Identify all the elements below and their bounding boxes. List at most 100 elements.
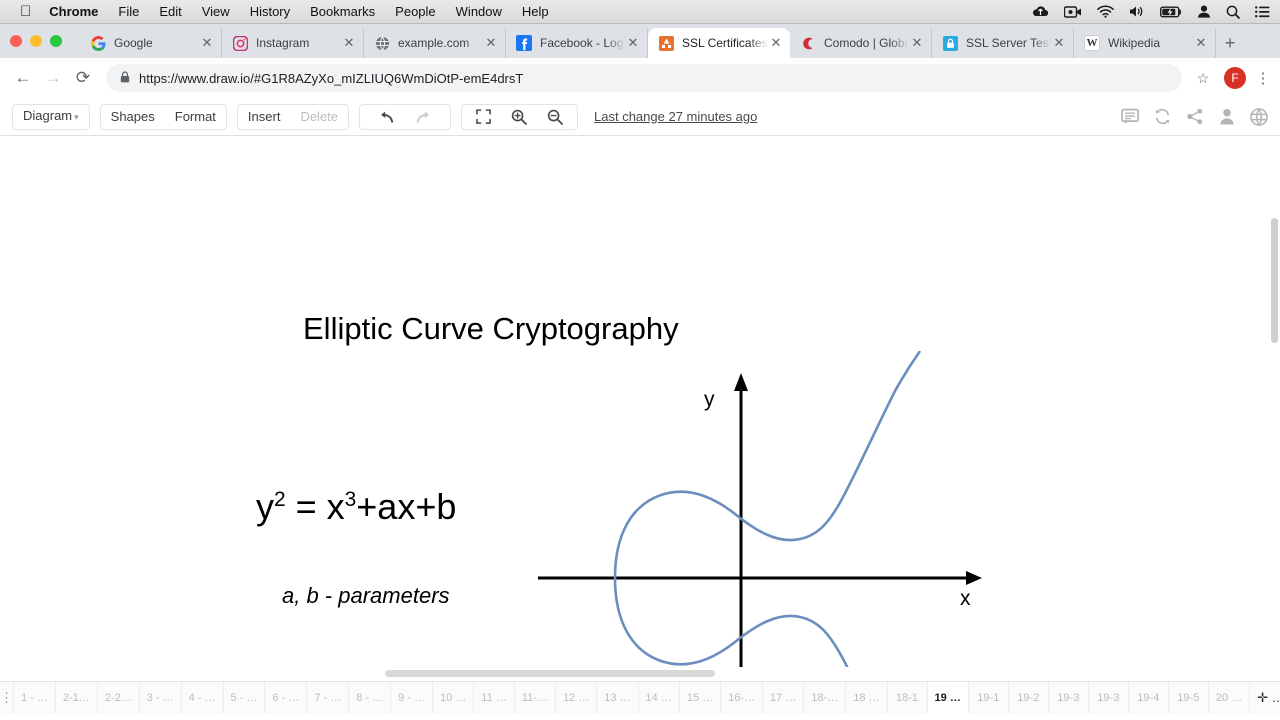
close-tab-icon[interactable]: ✕	[1051, 35, 1067, 51]
menu-item-history[interactable]: History	[250, 4, 290, 19]
browser-tab-wikipedia[interactable]: W Wikipedia ✕	[1074, 28, 1216, 58]
page-tab[interactable]: 12 …	[554, 682, 596, 714]
sync-icon[interactable]	[1154, 108, 1171, 125]
minimize-window-button[interactable]	[30, 35, 42, 47]
close-window-button[interactable]	[10, 35, 22, 47]
close-tab-icon[interactable]: ✕	[199, 35, 215, 51]
format-button[interactable]: Format	[165, 105, 226, 129]
page-tab[interactable]: 3 - …	[138, 682, 181, 714]
bookmark-star-icon[interactable]: ☆	[1190, 70, 1216, 87]
page-tab[interactable]: 19-2	[1007, 682, 1048, 714]
address-bar[interactable]: https://www.draw.io/#G1R8AZyXo_mIZLIUQ6W…	[106, 64, 1182, 92]
browser-tab-ssl-server-test[interactable]: SSL Server Test ✕	[932, 28, 1074, 58]
page-tab[interactable]: 19-5	[1167, 682, 1208, 714]
control-center-icon[interactable]	[1255, 5, 1270, 18]
chrome-menu-icon[interactable]: ⋮	[1254, 69, 1272, 87]
forward-button[interactable]: →	[38, 63, 68, 93]
vertical-scrollbar[interactable]	[1270, 146, 1278, 551]
page-tab[interactable]: 6 - …	[264, 682, 306, 714]
menu-item-people[interactable]: People	[395, 4, 435, 19]
page-tab[interactable]: 11 …	[473, 682, 513, 714]
cloud-upload-icon[interactable]	[1032, 5, 1049, 18]
shapes-button[interactable]: Shapes	[101, 105, 165, 129]
page-tab[interactable]: 9 - …	[390, 682, 432, 714]
close-tab-icon[interactable]: ✕	[768, 35, 784, 51]
globe-icon[interactable]	[1250, 107, 1268, 126]
browser-tab-facebook[interactable]: Facebook - Log In or Sign Up ✕	[506, 28, 648, 58]
new-tab-button[interactable]: +	[1216, 28, 1244, 58]
browser-tab-comodo[interactable]: Comodo | Global Leader in C ✕	[790, 28, 932, 58]
user-icon[interactable]	[1197, 5, 1211, 18]
equation-text[interactable]: y2 = x3+ax+b	[256, 486, 456, 528]
menu-item-bookmarks[interactable]: Bookmarks	[310, 4, 375, 19]
elliptic-curve-graph[interactable]	[530, 350, 1000, 681]
page-tab[interactable]: 2-1…	[54, 682, 97, 714]
avatar[interactable]: F	[1224, 67, 1246, 89]
zoom-in-icon[interactable]	[501, 109, 537, 125]
page-title[interactable]: Elliptic Curve Cryptography	[303, 311, 679, 347]
close-tab-icon[interactable]: ✕	[909, 35, 925, 51]
page-tab[interactable]: 8 - …	[348, 682, 390, 714]
page-tab[interactable]: 1 - …	[13, 682, 55, 714]
comment-icon[interactable]	[1121, 108, 1139, 125]
last-change-label[interactable]: Last change 27 minutes ago	[594, 109, 757, 124]
page-tab[interactable]: 13 …	[596, 682, 637, 714]
share-icon[interactable]	[1186, 108, 1204, 125]
wifi-icon[interactable]	[1097, 5, 1114, 18]
screen-record-icon[interactable]	[1064, 5, 1082, 18]
horizontal-scrollbar-thumb[interactable]	[385, 670, 715, 677]
page-tab[interactable]: 18-1	[886, 682, 927, 714]
page-tab[interactable]: 14 …	[637, 682, 679, 714]
page-tab[interactable]: 4 - …	[180, 682, 223, 714]
fit-page-icon[interactable]	[466, 109, 501, 124]
browser-tab-google[interactable]: Google ✕	[80, 28, 222, 58]
page-tab[interactable]: 5 - …	[222, 682, 265, 714]
apple-icon[interactable]: 	[20, 4, 31, 19]
page-tab[interactable]: 15 …	[678, 682, 720, 714]
horizontal-scrollbar[interactable]	[0, 667, 1280, 681]
close-tab-icon[interactable]: ✕	[483, 35, 499, 51]
page-tab[interactable]: 19-3	[1047, 682, 1088, 714]
page-tab[interactable]: 17 …	[762, 682, 803, 714]
page-tab[interactable]: 18-…	[803, 682, 845, 714]
parameters-note[interactable]: a, b - parameters	[282, 583, 450, 609]
browser-tab-example[interactable]: example.com ✕	[364, 28, 506, 58]
page-tab[interactable]: 2-2…	[96, 682, 139, 714]
menu-item-help[interactable]: Help	[522, 4, 549, 19]
pages-menu-icon[interactable]: ⋮	[0, 682, 13, 714]
maximize-window-button[interactable]	[50, 35, 62, 47]
zoom-out-icon[interactable]	[537, 109, 573, 125]
back-button[interactable]: ←	[8, 63, 38, 93]
browser-tab-instagram[interactable]: Instagram ✕	[222, 28, 364, 58]
page-tab-move[interactable]: ✛ …	[1249, 682, 1280, 714]
page-tab[interactable]: 20 …	[1207, 682, 1249, 714]
page-tab[interactable]: 16-…	[720, 682, 762, 714]
volume-icon[interactable]	[1129, 5, 1145, 18]
page-tab[interactable]: 7 - …	[306, 682, 348, 714]
drawio-canvas[interactable]: Elliptic Curve Cryptography y2 = x3+ax+b…	[0, 136, 1280, 681]
page-tab[interactable]: 18 …	[845, 682, 886, 714]
page-tab[interactable]: 10 …	[432, 682, 473, 714]
undo-icon[interactable]	[366, 110, 405, 124]
browser-tab-ssl-certificates[interactable]: SSL Certificates ✕	[648, 28, 790, 58]
page-tab[interactable]: 11-…	[513, 682, 555, 714]
page-tab-active[interactable]: 19 …	[926, 682, 968, 714]
vertical-scrollbar-thumb[interactable]	[1271, 218, 1278, 343]
close-tab-icon[interactable]: ✕	[625, 35, 641, 51]
close-tab-icon[interactable]: ✕	[341, 35, 357, 51]
menu-item-file[interactable]: File	[118, 4, 139, 19]
search-icon[interactable]	[1226, 5, 1240, 19]
diagram-menu-button[interactable]: Diagram ▾	[13, 104, 89, 129]
person-icon[interactable]	[1219, 108, 1235, 125]
battery-charging-icon[interactable]	[1160, 6, 1182, 18]
page-tab[interactable]: 19-4	[1127, 682, 1168, 714]
close-tab-icon[interactable]: ✕	[1193, 35, 1209, 51]
menu-item-window[interactable]: Window	[456, 4, 502, 19]
page-tab[interactable]: 19-1	[967, 682, 1008, 714]
menu-item-edit[interactable]: Edit	[159, 4, 181, 19]
insert-button[interactable]: Insert	[238, 105, 291, 129]
menu-item-view[interactable]: View	[202, 4, 230, 19]
menu-item-chrome[interactable]: Chrome	[49, 4, 98, 19]
reload-button[interactable]: ⟳	[68, 63, 98, 93]
page-tab[interactable]: 19-3	[1087, 682, 1128, 714]
